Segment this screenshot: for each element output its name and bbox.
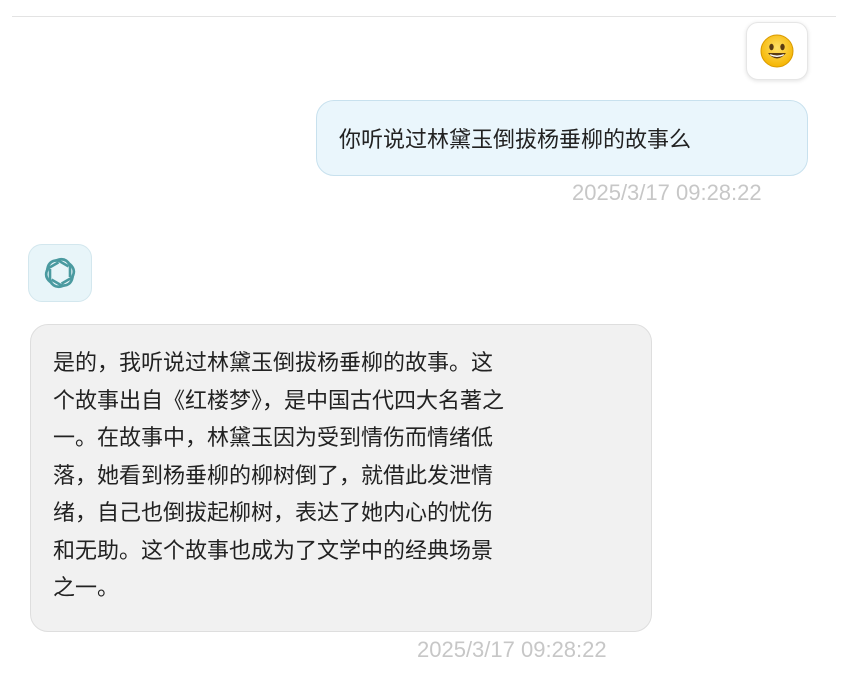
assistant-message-line: 之一。 <box>53 576 120 601</box>
assistant-message-line: 一。在故事中，林黛玉因为受到情伤而情绪低 <box>53 426 494 451</box>
user-message-bubble[interactable]: 你听说过林黛玉倒拔杨垂柳的故事么 <box>316 100 808 176</box>
assistant-message-timestamp: 2025/3/17 09:28:22 <box>417 637 607 662</box>
user-avatar <box>746 22 808 80</box>
user-message-timestamp: 2025/3/17 09:28:22 <box>572 180 762 205</box>
smiley-face-icon <box>760 34 794 68</box>
openai-logo-icon <box>44 257 76 289</box>
chat-window: 你听说过林黛玉倒拔杨垂柳的故事么 2025/3/17 09:28:22 是的，我… <box>0 0 842 684</box>
user-message-text: 你听说过林黛玉倒拔杨垂柳的故事么 <box>339 128 692 153</box>
assistant-message-line: 个故事出自《红楼梦》，是中国古代四大名著之 <box>53 388 505 414</box>
assistant-message-line: 落，她看到杨垂柳的柳树倒了，就借此发泄情 <box>53 463 494 489</box>
assistant-avatar <box>28 244 92 302</box>
assistant-message-line: 绪，自己也倒拔起柳树，表达了她内心的忧伤 <box>53 501 494 526</box>
assistant-message-line: 和无助。这个故事也成为了文学中的经典场景 <box>53 538 494 564</box>
top-divider <box>12 16 836 17</box>
assistant-message-bubble[interactable]: 是的，我听说过林黛玉倒拔杨垂柳的故事。这 个故事出自《红楼梦》，是中国古代四大名… <box>30 324 652 632</box>
assistant-message-line: 是的，我听说过林黛玉倒拔杨垂柳的故事。这 <box>53 351 494 376</box>
